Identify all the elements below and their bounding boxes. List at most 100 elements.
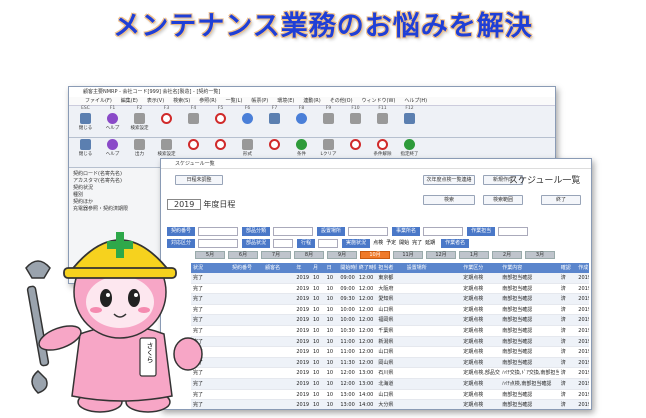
tb2-help-button[interactable]: ヘルプ — [102, 138, 123, 168]
table-row[interactable]: 完了2019101011:0012:00山口県定期点検南部担当確認済2019/1… — [191, 347, 589, 358]
checkbox-label[interactable]: 延期 — [425, 239, 435, 248]
toolbar-f7-button[interactable]: F7 — [264, 106, 285, 136]
month-tab[interactable]: 7月 — [261, 251, 291, 259]
search-button[interactable]: 検索 — [423, 195, 475, 205]
table-row[interactable]: 完了2019101010:3012:00千葉県定期点検南部担当確認済2019/1… — [191, 326, 589, 337]
toolbar-f9-button[interactable]: F9 — [318, 106, 339, 136]
toolbar-f6-button[interactable]: F6 — [237, 106, 258, 136]
menu-env[interactable]: 環境(E) — [277, 97, 294, 105]
table-row[interactable]: 完了2019101013:0014:00山口県定期点検南部担当確認済2019/1… — [191, 390, 589, 401]
checkbox-label[interactable]: 開始 — [399, 239, 409, 248]
table-row[interactable]: 完了2019101011:3012:00岡山県定期点検南部担当確認済2019/1… — [191, 357, 589, 369]
table-cell — [230, 368, 263, 378]
filter-input[interactable] — [348, 227, 389, 236]
menu-list[interactable]: 一覧(L) — [226, 97, 243, 105]
table-cell: 09:30 — [340, 296, 355, 303]
toolbar-close-button[interactable]: ESC 閉じる — [75, 106, 96, 136]
column-header[interactable]: 月 — [311, 263, 325, 273]
left-pane-item: 契約ロード(名寄先名) — [73, 171, 122, 177]
table-cell — [263, 315, 294, 325]
table-cell — [230, 358, 263, 368]
toolbar-f11-button[interactable]: F11 — [372, 106, 393, 136]
column-header[interactable]: 終了時間 — [357, 263, 377, 273]
checkbox-label[interactable]: 予定 — [386, 239, 396, 248]
column-header[interactable]: 作業内容 — [500, 263, 558, 273]
menu-window[interactable]: ウィンドウ(W) — [362, 97, 396, 105]
column-header[interactable]: 契約番号 — [230, 263, 263, 273]
schedule-heading: スケジュール一覧 — [509, 176, 581, 186]
column-header[interactable]: 設置場所 — [405, 263, 462, 273]
month-tab[interactable]: 3月 — [525, 251, 555, 259]
column-header[interactable]: 確認 — [559, 263, 577, 273]
column-header[interactable]: 担当者 — [376, 263, 404, 273]
table-row[interactable]: 完了 2019 10 10 12:00 13:00 北海道 定期点検 ﾊｲﾁ点検,南部担当確認済… — [191, 378, 589, 390]
menu-ref[interactable]: 参照(R) — [199, 97, 216, 105]
menu-report[interactable]: 帳票(P) — [251, 97, 268, 105]
menu-link[interactable]: 連動(R) — [303, 97, 320, 105]
table-cell: 定期点検 — [463, 359, 484, 366]
column-header[interactable]: 年 — [294, 263, 311, 273]
toolbar-help-button[interactable]: F1 ヘルプ — [102, 106, 123, 136]
toolbar-f4-button[interactable]: F4 — [183, 106, 204, 136]
month-tab[interactable]: 1月 — [459, 251, 489, 259]
table-cell: 10 — [326, 370, 334, 377]
column-header[interactable]: 日 — [325, 263, 339, 273]
tb2-close-button[interactable]: 閉じる — [75, 138, 96, 168]
toolbar-f5-button[interactable]: F5 — [210, 106, 231, 136]
table-cell — [405, 305, 462, 315]
table-cell: 09:00 — [340, 285, 355, 292]
month-tab[interactable]: 12月 — [426, 251, 456, 259]
filter-input[interactable] — [423, 227, 464, 236]
menu-other[interactable]: その他(O) — [330, 97, 353, 105]
table-row[interactable]: 完了2019101010:0012:00福岡県定期点検南部担当確認済2019/1… — [191, 315, 589, 326]
month-tab[interactable]: 9月 — [327, 251, 357, 259]
table-cell — [405, 358, 462, 368]
table-row[interactable]: 完了2019101009:3012:00愛知県定期点検南部担当確認済2019/1… — [191, 294, 589, 305]
month-tab[interactable]: 2月 — [492, 251, 522, 259]
table-row[interactable]: 完了2019101013:0014:00大分県定期点検南部担当確認済2019/1… — [191, 400, 589, 409]
menu-view[interactable]: 表示(V) — [147, 97, 164, 105]
search-range-button[interactable]: 検索範囲 — [483, 195, 523, 205]
filter-input[interactable] — [498, 227, 529, 236]
toolbar-f8-button[interactable]: F8 — [291, 106, 312, 136]
column-header[interactable]: 作業区分 — [461, 263, 500, 273]
menu-edit[interactable]: 編集(E) — [121, 97, 138, 105]
table-cell: 定期点検 — [463, 275, 484, 281]
column-header[interactable]: 顧客名 — [263, 263, 294, 273]
menu-search[interactable]: 検索(S) — [173, 97, 190, 105]
unadjusted-button[interactable]: 日程未調整 — [175, 175, 223, 185]
table-cell: 10 — [326, 338, 334, 345]
table-body: 完了2019101009:0012:00東京都定期点検南部担当確認済2019/1… — [191, 273, 589, 409]
toolbar-f12-button[interactable]: F12 — [399, 106, 420, 136]
month-tab-active[interactable]: 10月 — [360, 251, 390, 259]
table-row[interactable]: 完了2019101012:0013:00石川県定期点検,部品交換ﾊｲﾁ交換,ﾄﾞ… — [191, 368, 589, 379]
table-cell: 12:00 — [358, 338, 374, 345]
toolbar-f3-button[interactable]: F3 — [156, 106, 177, 136]
checkbox-label[interactable]: 完了 — [412, 239, 422, 248]
table-cell: 10 — [312, 285, 320, 292]
checkbox-label[interactable]: 点検 — [373, 239, 383, 248]
filter-input[interactable] — [273, 227, 314, 236]
month-tab[interactable]: 11月 — [393, 251, 423, 259]
menu-file[interactable]: ファイル(F) — [85, 97, 112, 105]
table-row[interactable]: 完了2019101011:0012:00新潟県定期点検南部担当確認済2019/1… — [191, 336, 589, 348]
column-header[interactable]: 作成日 — [576, 263, 589, 273]
filter-input[interactable] — [273, 239, 294, 248]
toolbar-search-settings-button[interactable]: F2 検索設定 — [129, 106, 150, 136]
month-tab[interactable]: 8月 — [294, 251, 324, 259]
tb2-output-button[interactable]: 出力 — [129, 138, 150, 168]
table-row[interactable]: 完了2019101009:0012:00東京都定期点検南部担当確認済2019/1… — [191, 273, 589, 284]
table-cell: 10 — [312, 370, 320, 377]
column-header[interactable]: 開始時間 — [338, 263, 357, 273]
toolbar-f10-button[interactable]: F10 — [345, 106, 366, 136]
menu-help[interactable]: ヘルプ(H) — [404, 97, 427, 105]
exit-button[interactable]: 終了 — [541, 195, 581, 205]
next-year-list-button[interactable]: 次年度点検一覧連絡 — [423, 175, 475, 185]
month-tab[interactable]: 6月 — [228, 251, 258, 259]
filter-row-1: 契約番号 部品分類 設置場所 事業所名 作業担当 — [167, 227, 532, 236]
table-cell — [405, 390, 462, 400]
table-cell: 済 — [560, 349, 566, 356]
table-row[interactable]: 完了2019101010:0012:00山口県定期点検南部担当確認済2019/1… — [191, 305, 589, 316]
table-row[interactable]: 完了2019101009:0012:00大阪府定期点検南部担当確認済2019/1… — [191, 284, 589, 295]
filter-input[interactable] — [318, 239, 339, 248]
